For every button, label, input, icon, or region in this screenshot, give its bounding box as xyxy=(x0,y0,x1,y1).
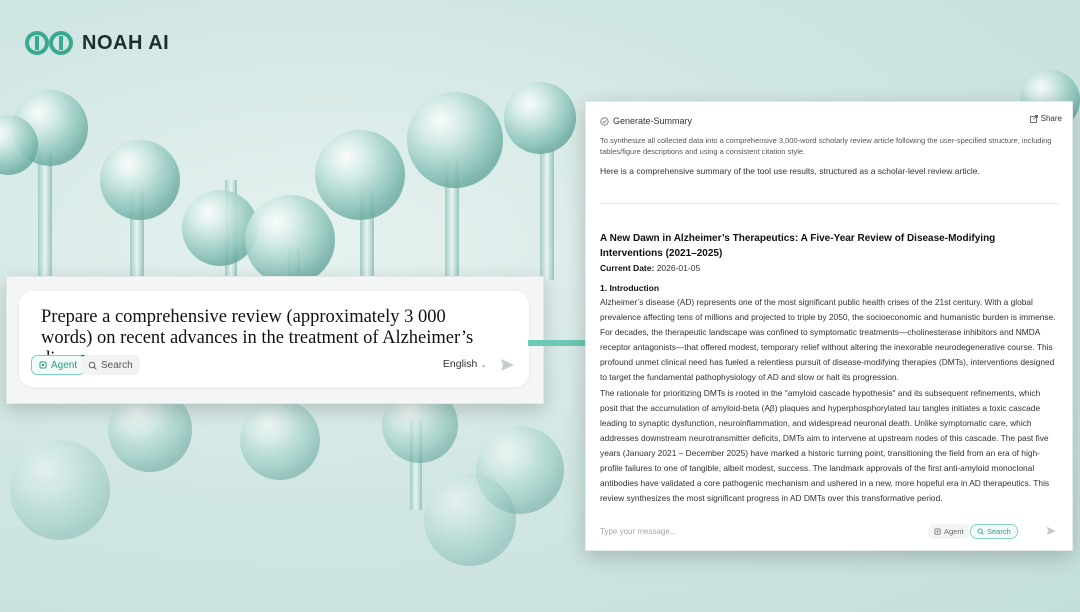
noah-logo-icon xyxy=(25,31,73,55)
article-body[interactable]: Alzheimer’s disease (AD) represents one … xyxy=(600,295,1060,517)
prompt-toolbar: Agent Search English ⌄ xyxy=(31,355,517,377)
agent-icon xyxy=(934,528,941,535)
agent-label: Agent xyxy=(51,359,78,371)
article-title: A New Dawn in Alzheimer’s Therapeutics: … xyxy=(600,233,996,259)
panel-title: Generate-Summary xyxy=(613,116,693,126)
prompt-input-box[interactable]: Prepare a comprehensive review (approxim… xyxy=(19,291,529,387)
divider xyxy=(600,203,1058,204)
message-input[interactable]: Type your message... xyxy=(600,527,676,536)
language-select[interactable]: English ⌄ xyxy=(443,358,487,370)
share-icon xyxy=(1029,114,1038,123)
paragraph: The rationale for prioritizing DMTs is r… xyxy=(600,387,1050,504)
date-value: 2026-01-05 xyxy=(656,263,701,273)
language-value: English xyxy=(442,358,478,370)
agent-icon xyxy=(39,361,47,369)
chevron-down-icon: ⌄ xyxy=(480,360,487,369)
share-label: Share xyxy=(1040,114,1062,123)
prompt-card: Prepare a comprehensive review (approxim… xyxy=(6,276,544,404)
search-label: Search xyxy=(101,359,133,371)
send-icon[interactable] xyxy=(497,355,517,375)
panel-agent-button[interactable]: Agent xyxy=(928,524,970,539)
paragraph: Alzheimer’s disease (AD) represents one … xyxy=(600,297,1056,383)
agent-toggle-button[interactable]: Agent xyxy=(31,355,86,375)
panel-subtitle: To synthesize all collected data into a … xyxy=(600,136,1052,156)
panel-header: Generate-Summary xyxy=(600,116,692,126)
current-date: Current Date: 2026-01-05 xyxy=(600,263,700,273)
brand-name: NOAH AI xyxy=(82,31,170,54)
panel-intro: Here is a comprehensive summary of the t… xyxy=(600,166,980,176)
send-icon[interactable] xyxy=(1044,524,1058,538)
panel-search-label: Search xyxy=(987,527,1011,536)
check-circle-icon xyxy=(600,116,609,126)
search-toggle-button[interactable]: Search xyxy=(81,355,140,375)
date-label: Current Date: xyxy=(600,263,655,273)
section-heading: 1. Introduction xyxy=(600,283,660,293)
search-icon xyxy=(88,361,97,370)
brand-logo: NOAH AI xyxy=(24,30,169,56)
panel-agent-label: Agent xyxy=(944,527,964,536)
panel-search-button[interactable]: Search xyxy=(970,524,1018,539)
share-button[interactable]: Share xyxy=(1029,114,1062,123)
search-icon xyxy=(977,528,984,535)
summary-panel: Generate-Summary Share To synthesize all… xyxy=(585,101,1073,551)
panel-toolbar: Agent Search xyxy=(928,524,1058,540)
